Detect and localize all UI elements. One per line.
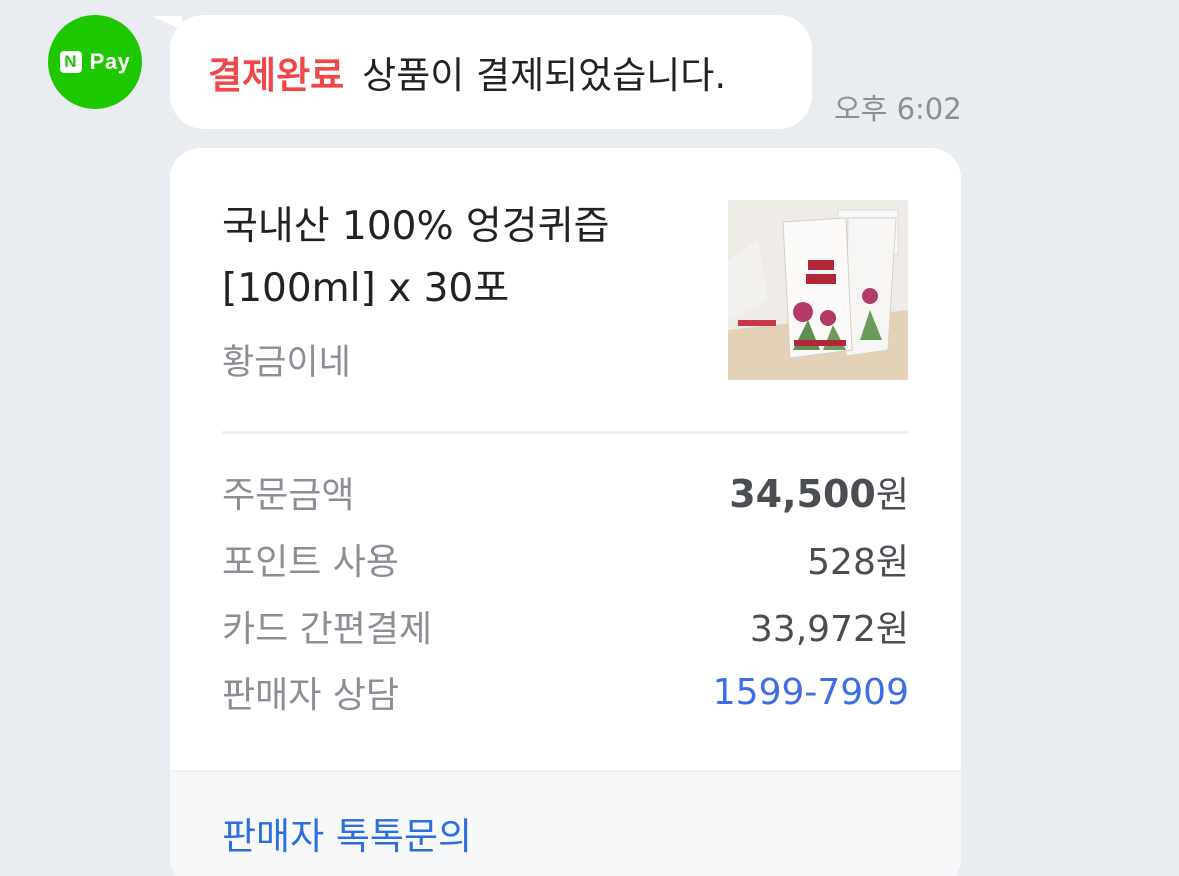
card-payment-row: 카드 간편결제 33,972원: [222, 596, 909, 656]
points-value: 528원: [807, 542, 909, 583]
points-label: 포인트 사용: [222, 542, 400, 583]
payment-status: 결제완료: [208, 54, 345, 97]
seller-phone-link[interactable]: 1599-7909: [713, 672, 909, 713]
product-image-icon: [728, 200, 908, 380]
message-bubble: 결제완료 상품이 결제되었습니다.: [170, 15, 812, 129]
order-amount-row: 주문금액 34,500원: [222, 462, 909, 522]
section-divider: [222, 431, 909, 434]
product-name[interactable]: 국내산 100% 엉겅퀴즙 [100ml] x 30포: [222, 196, 682, 320]
order-amount-label: 주문금액: [222, 475, 355, 516]
message-time: 오후 6:02: [834, 92, 962, 126]
seller-contact-row: 판매자 상담 1599-7909: [222, 662, 909, 722]
npay-avatar[interactable]: N Pay: [48, 15, 142, 109]
seller-contact-label: 판매자 상담: [222, 675, 400, 716]
points-row: 포인트 사용 528원: [222, 529, 909, 589]
order-amount-value: 34,500원: [729, 466, 909, 518]
message-text: 상품이 결제되었습니다.: [362, 54, 727, 97]
chat-screen: N Pay 결제완료 상품이 결제되었습니다. 오후 6:02 국내산 100%…: [0, 0, 1179, 876]
card-footer: 판매자 톡톡문의: [170, 770, 961, 876]
seller-talk-inquiry-link[interactable]: 판매자 톡톡문의: [222, 806, 472, 860]
product-thumbnail[interactable]: [728, 200, 908, 380]
avatar-label: Pay: [89, 49, 131, 74]
order-amount-number: 34,500: [729, 472, 876, 516]
seller-name[interactable]: 황금이네: [222, 334, 351, 385]
card-payment-label: 카드 간편결제: [222, 609, 433, 650]
card-payment-value: 33,972원: [749, 609, 909, 650]
order-amount-unit: 원: [875, 475, 909, 516]
naver-n-icon: N: [59, 51, 82, 73]
order-card[interactable]: 국내산 100% 엉겅퀴즙 [100ml] x 30포 황금이네 주문금액 34…: [170, 148, 961, 876]
